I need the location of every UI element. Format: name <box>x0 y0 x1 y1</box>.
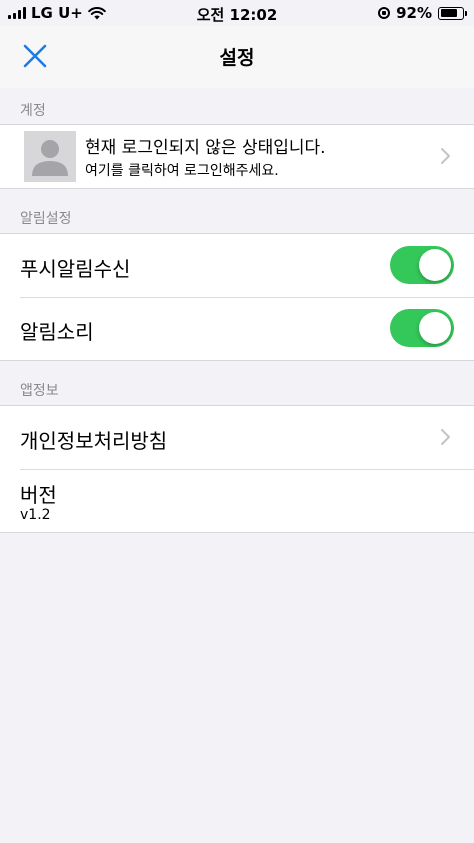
battery-icon <box>438 6 467 20</box>
section-header-app-info: 앱정보 <box>20 383 59 399</box>
notification-sound-row: 알림소리 <box>0 297 474 360</box>
login-subtitle: 여기를 클릭하여 로그인해주세요. <box>85 163 279 179</box>
battery-fill <box>440 9 458 17</box>
status-bar: LG U+ 오전 12:02 92% <box>0 0 474 26</box>
account-group: 현재 로그인되지 않은 상태입니다. 여기를 클릭하여 로그인해주세요. <box>0 124 474 189</box>
status-right: 92% <box>378 4 467 22</box>
push-notification-toggle[interactable] <box>390 246 454 284</box>
page-title: 설정 <box>219 47 255 69</box>
push-notification-label: 푸시알림수신 <box>20 257 131 281</box>
chevron-right-icon <box>441 148 450 164</box>
version-label: 버전 <box>20 483 57 507</box>
rotation-lock-icon <box>378 7 391 19</box>
notification-sound-toggle[interactable] <box>390 309 454 347</box>
chevron-right-icon <box>441 429 450 445</box>
section-header-account: 계정 <box>20 103 46 119</box>
default-avatar-icon <box>32 140 68 176</box>
privacy-policy-row[interactable]: 개인정보처리방침 <box>0 406 474 469</box>
nav-bar: 설정 <box>0 26 474 88</box>
version-row: 버전 v1.2 <box>0 469 474 532</box>
push-notification-row: 푸시알림수신 <box>0 234 474 297</box>
toggle-knob <box>419 249 451 281</box>
section-header-notifications: 알림설정 <box>20 211 72 227</box>
avatar <box>24 131 76 182</box>
battery-percent: 92% <box>396 4 432 22</box>
version-value: v1.2 <box>20 507 51 523</box>
login-title: 현재 로그인되지 않은 상태입니다. <box>85 138 326 158</box>
app-info-group: 개인정보처리방침 버전 v1.2 <box>0 405 474 533</box>
login-row[interactable]: 현재 로그인되지 않은 상태입니다. 여기를 클릭하여 로그인해주세요. <box>0 125 474 188</box>
notification-sound-label: 알림소리 <box>20 320 94 344</box>
toggle-knob <box>419 312 451 344</box>
notification-group: 푸시알림수신 알림소리 <box>0 233 474 361</box>
privacy-policy-label: 개인정보처리방침 <box>20 429 168 453</box>
